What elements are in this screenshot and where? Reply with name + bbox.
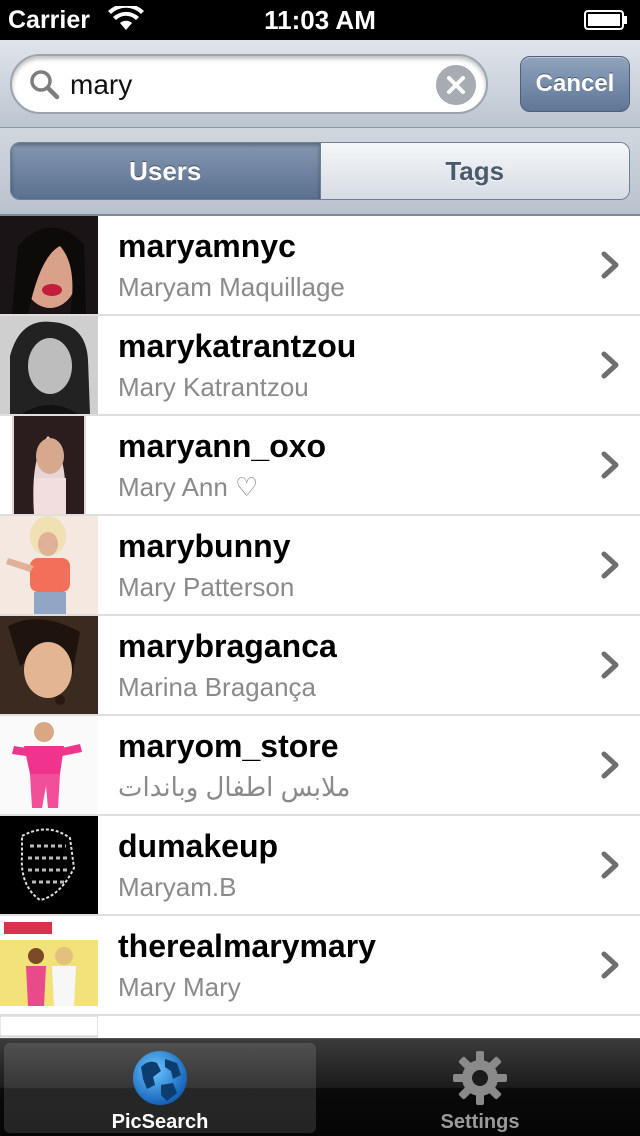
clear-search-icon[interactable] [436,65,476,105]
list-item[interactable]: therealmarymary Mary Mary [0,916,640,1016]
full-name: Mary Katrantzou [118,372,309,402]
chevron-right-icon [601,751,619,779]
list-item[interactable]: marykatrantzou Mary Katrantzou [0,316,640,416]
avatar [0,216,98,314]
chevron-right-icon [601,851,619,879]
search-field[interactable] [10,54,488,114]
segment-tags[interactable]: Tags [319,143,629,199]
username: maryamnyc [118,228,296,264]
full-name: ملابس اطفال وباندات [118,772,351,802]
full-name: Maryam.B [118,872,237,902]
search-bar: Cancel [0,40,640,128]
full-name: Maryam Maquillage [118,272,345,302]
scope-bar: Users Tags [0,128,640,216]
full-name: Mary Mary [118,972,241,1002]
avatar [0,416,98,514]
username: therealmarymary [118,928,376,964]
chevron-right-icon [601,451,619,479]
tab-label: PicSearch [111,1111,209,1133]
tab-bar: PicSearch Settings [0,1038,640,1136]
clock: 11:03 AM [264,5,376,35]
username: marybunny [118,528,291,564]
username: marybraganca [118,628,337,664]
username: marykatrantzou [118,328,357,364]
chevron-right-icon [601,251,619,279]
list-item[interactable]: dumakeup Maryam.B [0,816,640,916]
list-item[interactable]: maryamnyc Maryam Maquillage [0,216,640,316]
username: dumakeup [118,828,279,864]
chevron-right-icon [601,651,619,679]
chevron-right-icon [601,951,619,979]
avatar [0,316,98,414]
search-scope-control: Users Tags [10,142,630,200]
list-item[interactable]: marybraganca Marina Bragança [0,616,640,716]
segment-users[interactable]: Users [11,143,320,199]
list-item[interactable]: maryom_store ملابس اطفال وباندات [0,716,640,816]
avatar [0,616,98,714]
search-icon [30,70,60,100]
username: maryann_oxo [118,428,327,464]
avatar [0,916,98,1014]
tab-label: Settings [440,1111,520,1133]
status-bar: Carrier 11:03 AM [0,0,640,40]
avatar [0,516,98,614]
tab-settings[interactable]: Settings [324,1043,636,1133]
avatar [0,1016,98,1038]
tab-picsearch[interactable]: PicSearch [4,1043,316,1133]
full-name: Mary Ann ♡ [118,472,259,502]
username: maryom_store [118,728,339,764]
gear-icon [453,1051,507,1105]
results-list[interactable]: maryamnyc Maryam Maquillage marykatrantz… [0,216,640,1038]
full-name: Mary Patterson [118,572,295,602]
avatar [0,816,98,914]
search-input[interactable] [70,66,430,104]
globe-icon [133,1051,187,1105]
list-item-partial[interactable] [0,1016,640,1038]
cancel-button[interactable]: Cancel [520,56,630,112]
battery-icon [584,10,627,30]
list-item[interactable]: marybunny Mary Patterson [0,516,640,616]
full-name: Marina Bragança [118,672,316,702]
chevron-right-icon [601,551,619,579]
avatar [0,716,98,814]
chevron-right-icon [601,351,619,379]
list-item[interactable]: maryann_oxo Mary Ann ♡ [0,416,640,516]
